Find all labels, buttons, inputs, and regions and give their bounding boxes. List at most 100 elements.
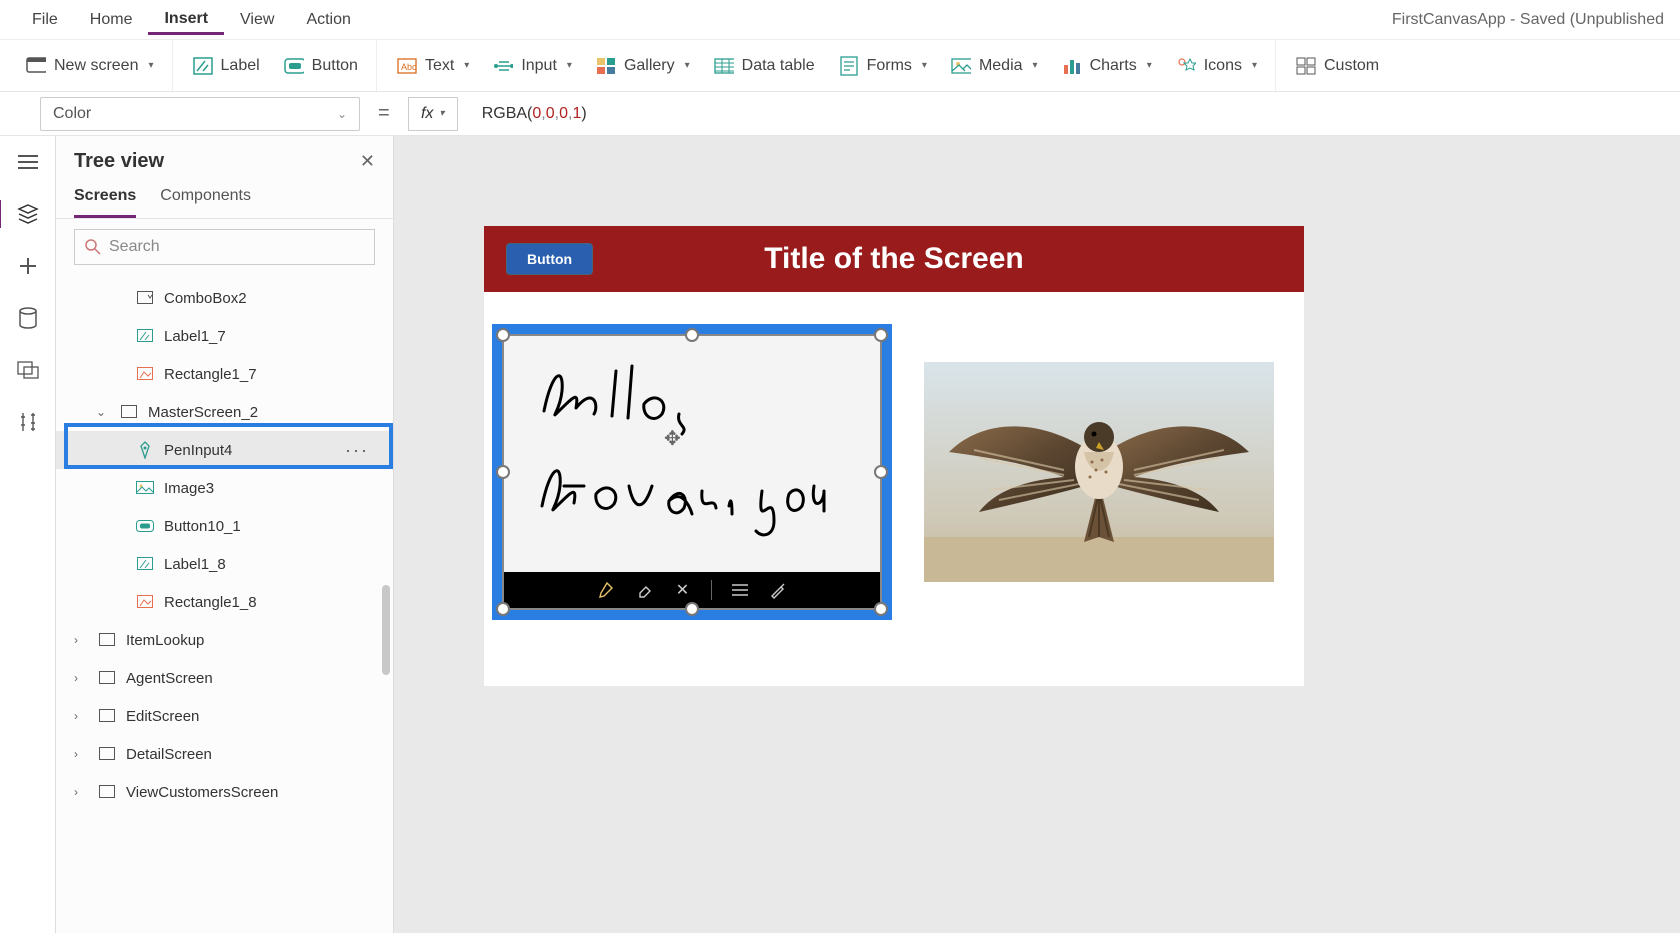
close-icon[interactable]: ✕ [360,151,375,172]
tree-item-combobox2[interactable]: ComboBox2 [56,279,393,317]
menu-file[interactable]: File [16,5,74,35]
tree-view-icon[interactable] [16,202,40,226]
pen-icon [136,441,154,459]
tree-item-itemlookup[interactable]: ›ItemLookup [56,621,393,659]
tree-item-image3[interactable]: Image3 [56,469,393,507]
chevron-right-icon[interactable]: › [74,633,88,647]
eraser-icon[interactable] [635,580,655,600]
gallery-label: Gallery [624,57,675,75]
tree-item-viewcustomersscreen[interactable]: › ViewCustomersScreen [56,773,393,811]
tree-item-button10_1[interactable]: Button10_1 [56,507,393,545]
text-dropdown[interactable]: Abc Text ▾ [389,50,477,82]
tree-title: Tree view [74,150,164,173]
fx-button[interactable]: fx▾ [408,97,458,131]
menu-home[interactable]: Home [74,5,149,35]
text-icon: Abc [397,56,417,76]
charts-dropdown[interactable]: Charts ▾ [1054,50,1160,82]
tree-item-label: ViewCustomersScreen [126,784,278,801]
tree-item-label1_8[interactable]: Label1_8 [56,545,393,583]
clear-icon[interactable]: ✕ [673,580,693,600]
chevron-right-icon[interactable]: › [74,709,88,723]
icons-dropdown[interactable]: Icons ▾ [1168,50,1265,82]
tree-item-label: AgentScreen [126,670,213,687]
formula-input[interactable]: RGBA(0, 0, 0, 1) [470,97,1668,131]
media-dropdown[interactable]: Media ▾ [943,50,1046,82]
tab-components[interactable]: Components [160,181,251,218]
equals-sign: = [372,102,396,125]
forms-label: Forms [867,57,912,75]
tree-item-editscreen[interactable]: › EditScreen [56,697,393,735]
chevron-down-icon: ▾ [922,60,927,71]
menu-view[interactable]: View [224,5,290,35]
pen-canvas[interactable]: ✥ [504,336,880,572]
menu-action[interactable]: Action [290,5,366,35]
forms-dropdown[interactable]: Forms ▾ [831,50,935,82]
canvas[interactable]: Button Title of the Screen [394,136,1680,933]
resize-handle[interactable] [685,328,699,342]
label-button[interactable]: Label [185,50,268,82]
resize-handle[interactable] [496,465,510,479]
media-icon [951,56,971,76]
more-icon[interactable]: ··· [345,440,383,461]
charts-icon [1062,56,1082,76]
screen-icon [98,669,116,687]
new-screen-label: New screen [54,57,138,75]
tree-item-label: Label1_8 [164,556,226,573]
advanced-tools-icon[interactable] [16,410,40,434]
tree-item-rectangle1_8[interactable]: Rectangle1_8 [56,583,393,621]
tree-item-rectangle1_7[interactable]: Rectangle1_7 [56,355,393,393]
button-button[interactable]: Button [276,50,366,82]
charts-label: Charts [1090,57,1137,75]
hamburger-icon[interactable] [16,150,40,174]
tree-item-label: Button10_1 [164,518,241,535]
tab-screens[interactable]: Screens [74,181,136,218]
chevron-right-icon[interactable]: › [74,747,88,761]
resize-handle[interactable] [874,328,888,342]
new-screen-button[interactable]: New screen ▾ [18,50,162,82]
tree-item-masterscreen_2[interactable]: ⌄MasterScreen_2 [56,393,393,431]
resize-handle[interactable] [874,465,888,479]
resize-handle[interactable] [496,602,510,616]
property-selector[interactable]: Color ⌄ [40,97,360,131]
resize-handle[interactable] [874,602,888,616]
chevron-right-icon[interactable]: › [74,785,88,799]
color-picker-icon[interactable] [768,580,788,600]
separator [711,580,712,600]
add-icon[interactable] [16,254,40,278]
resize-handle[interactable] [685,602,699,616]
button-text: Button [312,57,358,75]
screen-header: Button Title of the Screen [484,226,1304,292]
image-control[interactable] [924,362,1274,582]
datatable-button[interactable]: Data table [706,50,823,82]
menu-insert[interactable]: Insert [148,4,224,35]
search-placeholder: Search [109,238,160,256]
chevron-down-icon[interactable]: ⌄ [96,405,110,419]
image-icon [136,479,154,497]
gallery-dropdown[interactable]: Gallery ▾ [588,50,698,82]
input-icon [493,56,513,76]
custom-button[interactable]: Custom [1288,50,1387,82]
forms-icon [839,56,859,76]
tree-item-label: Image3 [164,480,214,497]
peninput-control[interactable]: ✥ ✕ [492,324,892,620]
pen-draw-icon[interactable] [597,580,617,600]
tree-item-detailscreen[interactable]: ›DetailScreen [56,735,393,773]
resize-handle[interactable] [496,328,510,342]
media-panel-icon[interactable] [16,358,40,382]
screen-icon [98,707,116,725]
chevron-down-icon: ▾ [567,60,572,71]
tree-item-label1_7[interactable]: Label1_7 [56,317,393,355]
app-title: FirstCanvasApp - Saved (Unpublished [1392,11,1664,29]
tree-item-label: EditScreen [126,708,199,725]
search-input[interactable]: Search [74,229,375,265]
line-width-icon[interactable] [730,580,750,600]
screen-icon [98,783,116,801]
input-dropdown[interactable]: Input ▾ [485,50,580,82]
table-icon [714,56,734,76]
tree-item-agentscreen[interactable]: › AgentScreen [56,659,393,697]
tree-item-peninput4[interactable]: PenInput4··· [56,431,393,469]
database-icon[interactable] [16,306,40,330]
chevron-down-icon: ⌄ [337,107,347,121]
screen-button-control[interactable]: Button [506,243,593,275]
chevron-right-icon[interactable]: › [74,671,88,685]
